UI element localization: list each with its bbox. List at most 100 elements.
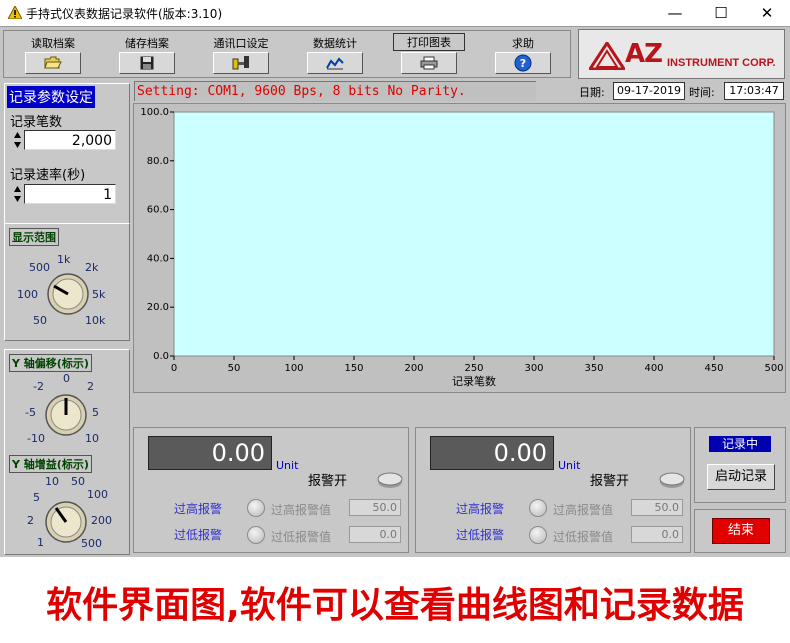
channel-2-alarm-label: 报警开 (590, 474, 630, 489)
channel-1-high-value-input[interactable]: 50.0 (349, 499, 401, 516)
toolbar-statistics: 数据统计 (289, 33, 381, 77)
record-count-input[interactable]: 2,000 (24, 130, 116, 150)
channel-2-value-display: 0.00 (430, 436, 554, 470)
record-rate-spinner[interactable] (13, 184, 22, 204)
channel-2-high-alarm-led (529, 499, 547, 517)
offset-0-label: 0 (63, 372, 70, 385)
record-params-panel: 记录参数设定 记录笔数 2,000 记录速率(秒) 1 (4, 83, 130, 240)
x-tick-label: 500 (764, 363, 783, 374)
help-button[interactable]: ? (495, 52, 551, 74)
range-1k-label: 1k (57, 253, 71, 266)
x-tick-label: 0 (171, 363, 177, 374)
x-tick-label: 200 (404, 363, 423, 374)
help-label: 求助 (512, 37, 534, 50)
x-tick-label: 100 (284, 363, 303, 374)
window-title: 手持式仪表数据记录软件(版本:3.10) (26, 7, 223, 21)
record-params-title: 记录参数设定 (7, 86, 95, 108)
open-file-button[interactable] (25, 52, 81, 74)
y-gain-title: Y 轴增益(标示) (9, 455, 92, 473)
date-display: 09-17-2019 (613, 82, 685, 100)
channel-1-panel: 0.00 Unit 报警开 过高报警 过高报警值 50.0 过低报警 过低报警值… (133, 427, 409, 553)
gain-2-label: 2 (27, 514, 34, 527)
channel-2-low-value-label: 过低报警值 (553, 530, 614, 544)
y-tick-label: 40.0 (147, 253, 169, 264)
channel-2-low-value-input[interactable]: 0.0 (631, 526, 683, 543)
y-tick-label: 0.0 (153, 351, 169, 362)
print-chart-label: 打印图表 (393, 33, 465, 51)
date-label: 日期: (579, 86, 605, 99)
minimize-button[interactable]: — (652, 0, 698, 26)
toolbar-save-file: 储存档案 (101, 33, 193, 77)
recording-panel: 记录中 启动记录 (694, 427, 786, 503)
svg-text:?: ? (520, 57, 526, 70)
y-offset-knob[interactable] (43, 392, 89, 438)
y-axis-panel: Y 轴偏移(标示) 0 -2 2 -5 5 -10 10 Y 轴增益(标示) 1… (4, 349, 130, 555)
gain-50-label: 50 (71, 475, 85, 488)
serial-port-icon (232, 56, 249, 70)
title-bar: 手持式仪表数据记录软件(版本:3.10) — ☐ ✕ (0, 0, 790, 26)
statistics-icon (326, 57, 344, 70)
y-offset-title: Y 轴偏移(标示) (9, 354, 92, 372)
app-warning-icon (8, 6, 22, 19)
channel-2-panel: 0.00 Unit 报警开 过高报警 过高报警值 50.0 过低报警 过低报警值… (415, 427, 691, 553)
channel-2-low-alarm-led (529, 526, 547, 544)
gain-5-label: 5 (33, 491, 40, 504)
display-range-knob[interactable] (45, 271, 91, 317)
statistics-label: 数据统计 (313, 37, 357, 50)
offset-5-label: 5 (92, 406, 99, 419)
record-rate-input[interactable]: 1 (24, 184, 116, 204)
maximize-button[interactable]: ☐ (698, 0, 744, 26)
channel-2-low-alarm-label: 过低报警 (456, 528, 505, 542)
start-recording-button[interactable]: 启动记录 (707, 464, 775, 490)
caption-area: 软件界面图,软件可以查看曲线图和记录数据 (0, 558, 790, 643)
folder-open-icon (44, 56, 62, 69)
y-tick-label: 80.0 (147, 156, 169, 167)
caption-text: 软件界面图,软件可以查看曲线图和记录数据 (46, 585, 744, 626)
y-gain-knob[interactable] (43, 499, 89, 545)
save-file-label: 储存档案 (125, 37, 169, 50)
channel-1-high-alarm-label: 过高报警 (174, 502, 223, 516)
channel-1-low-value-label: 过低报警值 (271, 530, 332, 544)
save-file-button[interactable] (119, 52, 175, 74)
toolbar-print-chart: 打印图表 (383, 33, 475, 77)
record-count-label: 记录笔数 (10, 115, 63, 130)
channel-1-alarm-label: 报警开 (308, 474, 348, 489)
record-count-spinner[interactable] (13, 130, 22, 150)
channel-1-low-alarm-label: 过低报警 (174, 528, 223, 542)
port-settings-label: 通讯口设定 (213, 37, 269, 50)
channel-1-low-value-input[interactable]: 0.0 (349, 526, 401, 543)
channel-2-alarm-toggle[interactable] (658, 471, 686, 489)
company-logo: AZ INSTRUMENT CORP. (578, 29, 785, 79)
display-range-title: 显示范围 (9, 228, 59, 246)
channel-1-high-alarm-led (247, 499, 265, 517)
x-tick-label: 50 (228, 363, 241, 374)
port-settings-button[interactable] (213, 52, 269, 74)
x-tick-label: 250 (464, 363, 483, 374)
gain-200-label: 200 (91, 514, 112, 527)
print-chart-button[interactable] (401, 52, 457, 74)
x-tick-label: 450 (704, 363, 723, 374)
channel-2-high-alarm-label: 过高报警 (456, 502, 505, 516)
channel-2-unit: Unit (558, 459, 581, 472)
channel-1-low-alarm-led (247, 526, 265, 544)
time-label: 时间: (689, 86, 715, 99)
close-button[interactable]: ✕ (744, 0, 790, 26)
open-file-label: 读取档案 (31, 37, 75, 50)
display-range-panel: 显示范围 1k 500 2k 100 5k 50 10k (4, 223, 130, 341)
printer-icon (420, 56, 438, 70)
channel-2-high-value-input[interactable]: 50.0 (631, 499, 683, 516)
offset-minus5-label: -5 (25, 406, 36, 419)
end-button[interactable]: 结束 (712, 518, 770, 544)
channel-1-high-value-label: 过高报警值 (271, 503, 332, 517)
x-axis-label: 记录笔数 (452, 374, 496, 388)
range-5k-label: 5k (92, 288, 106, 301)
connection-settings-text: Setting: COM1, 9600 Bps, 8 bits No Parit… (134, 81, 536, 101)
toolbar: 读取档案 储存档案 通讯口设定 数据统计 打印图表 求助 ? (3, 30, 571, 78)
y-tick-label: 100.0 (140, 107, 169, 118)
toolbar-port-settings: 通讯口设定 (195, 33, 287, 77)
gain-10-label: 10 (45, 475, 59, 488)
channel-1-alarm-toggle[interactable] (376, 471, 404, 489)
x-tick-label: 400 (644, 363, 663, 374)
statistics-button[interactable] (307, 52, 363, 74)
channel-2-high-value-label: 过高报警值 (553, 503, 614, 517)
